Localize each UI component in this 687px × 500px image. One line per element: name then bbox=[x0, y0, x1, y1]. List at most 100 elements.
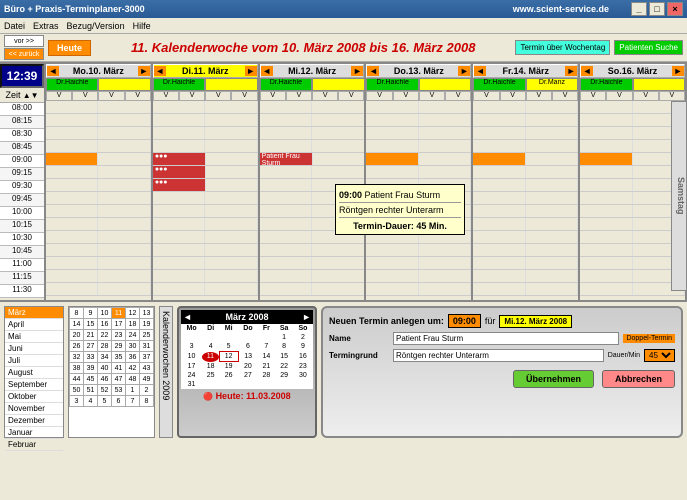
slot[interactable] bbox=[473, 192, 578, 205]
day-next-icon[interactable]: ► bbox=[245, 66, 257, 76]
slot[interactable] bbox=[366, 140, 471, 153]
heute-button[interactable]: Heute bbox=[48, 40, 91, 56]
slot[interactable] bbox=[580, 192, 685, 205]
slot[interactable] bbox=[46, 270, 151, 283]
month-item[interactable]: Mai bbox=[5, 331, 63, 343]
mini-calendar[interactable]: ◄März 2008► MoDiMiDoFrSaSo12345678910111… bbox=[177, 306, 317, 438]
menu-bezug[interactable]: Bezug/Version bbox=[67, 21, 125, 31]
menu-extras[interactable]: Extras bbox=[33, 21, 59, 31]
slot[interactable] bbox=[366, 270, 471, 283]
day-header[interactable]: ◄Mi.12. März► bbox=[260, 64, 365, 78]
slot[interactable] bbox=[46, 244, 151, 257]
slot[interactable] bbox=[153, 205, 258, 218]
month-item[interactable]: Juni bbox=[5, 343, 63, 355]
dauer-select[interactable]: 45 bbox=[644, 349, 675, 362]
slot[interactable] bbox=[473, 114, 578, 127]
slot[interactable] bbox=[580, 101, 685, 114]
slot[interactable] bbox=[580, 244, 685, 257]
menu-datei[interactable]: Datei bbox=[4, 21, 25, 31]
slot[interactable] bbox=[580, 218, 685, 231]
slot[interactable] bbox=[153, 270, 258, 283]
month-item[interactable]: August bbox=[5, 367, 63, 379]
slot[interactable] bbox=[473, 257, 578, 270]
staff-cell[interactable] bbox=[312, 78, 364, 91]
form-time[interactable]: 09:00 bbox=[448, 314, 481, 328]
slot[interactable] bbox=[580, 283, 685, 296]
slot[interactable] bbox=[473, 283, 578, 296]
slot[interactable]: ●●● bbox=[153, 166, 258, 179]
day-header[interactable]: ◄Mo.10. März► bbox=[46, 64, 151, 78]
slot[interactable] bbox=[153, 218, 258, 231]
slot[interactable] bbox=[153, 231, 258, 244]
day-prev-icon[interactable]: ◄ bbox=[367, 66, 379, 76]
slot[interactable] bbox=[366, 101, 471, 114]
slot[interactable] bbox=[473, 270, 578, 283]
slot[interactable] bbox=[46, 231, 151, 244]
slot[interactable] bbox=[366, 114, 471, 127]
staff-cell[interactable]: Dr.Haichle bbox=[46, 78, 98, 91]
day-header[interactable]: ◄Di.11. März► bbox=[153, 64, 258, 78]
doppel-termin-button[interactable]: Doppel-Termin bbox=[623, 334, 675, 343]
slot[interactable] bbox=[366, 257, 471, 270]
month-item[interactable]: Januar bbox=[5, 427, 63, 439]
slot[interactable]: ●●● bbox=[153, 179, 258, 192]
staff-cell[interactable]: Dr.Haichle bbox=[580, 78, 632, 91]
slot[interactable] bbox=[260, 270, 365, 283]
slot[interactable] bbox=[580, 205, 685, 218]
slot[interactable] bbox=[46, 127, 151, 140]
month-item[interactable]: Februar bbox=[5, 439, 63, 451]
slot[interactable] bbox=[46, 179, 151, 192]
month-item[interactable]: September bbox=[5, 379, 63, 391]
slot[interactable] bbox=[366, 166, 471, 179]
day-next-icon[interactable]: ► bbox=[672, 66, 684, 76]
termin-wochentag-button[interactable]: Termin über Wochentag bbox=[515, 40, 610, 55]
slot[interactable] bbox=[473, 140, 578, 153]
slot[interactable] bbox=[260, 114, 365, 127]
uebernehmen-button[interactable]: Übernehmen bbox=[513, 370, 594, 388]
cal-next-icon[interactable]: ► bbox=[302, 312, 311, 322]
form-day[interactable]: Mi.12. März 2008 bbox=[499, 315, 572, 328]
slot[interactable] bbox=[153, 114, 258, 127]
slot[interactable] bbox=[580, 153, 685, 166]
month-item[interactable]: Dezember bbox=[5, 415, 63, 427]
staff-cell[interactable] bbox=[98, 78, 150, 91]
slot[interactable] bbox=[46, 101, 151, 114]
slot[interactable] bbox=[153, 283, 258, 296]
day-header[interactable]: ◄So.16. März► bbox=[580, 64, 685, 78]
slot[interactable] bbox=[260, 257, 365, 270]
day-prev-icon[interactable]: ◄ bbox=[261, 66, 273, 76]
slot[interactable] bbox=[366, 244, 471, 257]
slot[interactable] bbox=[46, 192, 151, 205]
slot[interactable] bbox=[46, 257, 151, 270]
slot[interactable] bbox=[260, 140, 365, 153]
slot[interactable] bbox=[580, 166, 685, 179]
staff-cell[interactable]: Dr.Manz bbox=[526, 78, 578, 91]
vor-button[interactable]: vor >> bbox=[4, 35, 44, 47]
slot[interactable] bbox=[46, 218, 151, 231]
slot[interactable] bbox=[46, 153, 151, 166]
slot[interactable] bbox=[580, 140, 685, 153]
slot[interactable] bbox=[473, 179, 578, 192]
slot[interactable] bbox=[153, 192, 258, 205]
slot[interactable] bbox=[473, 153, 578, 166]
slot[interactable] bbox=[580, 231, 685, 244]
slot[interactable] bbox=[473, 127, 578, 140]
slot[interactable]: Patient Frau Sturm bbox=[260, 153, 365, 166]
day-next-icon[interactable]: ► bbox=[138, 66, 150, 76]
staff-cell[interactable] bbox=[633, 78, 685, 91]
name-input[interactable] bbox=[393, 332, 619, 345]
menu-hilfe[interactable]: Hilfe bbox=[133, 21, 151, 31]
slot[interactable] bbox=[366, 283, 471, 296]
samstag-column[interactable]: Samstag bbox=[671, 101, 687, 291]
day-prev-icon[interactable]: ◄ bbox=[474, 66, 486, 76]
slot[interactable] bbox=[46, 166, 151, 179]
month-item[interactable]: März bbox=[5, 307, 63, 319]
slot[interactable] bbox=[473, 166, 578, 179]
zurueck-button[interactable]: << zurück bbox=[4, 48, 44, 60]
slot[interactable] bbox=[366, 127, 471, 140]
patienten-suche-button[interactable]: Patienten Suche bbox=[614, 40, 683, 55]
slot[interactable] bbox=[46, 140, 151, 153]
slot[interactable] bbox=[260, 127, 365, 140]
slot[interactable] bbox=[580, 270, 685, 283]
week-number-table[interactable]: 8910111213141516171819202122232425262728… bbox=[68, 306, 155, 438]
